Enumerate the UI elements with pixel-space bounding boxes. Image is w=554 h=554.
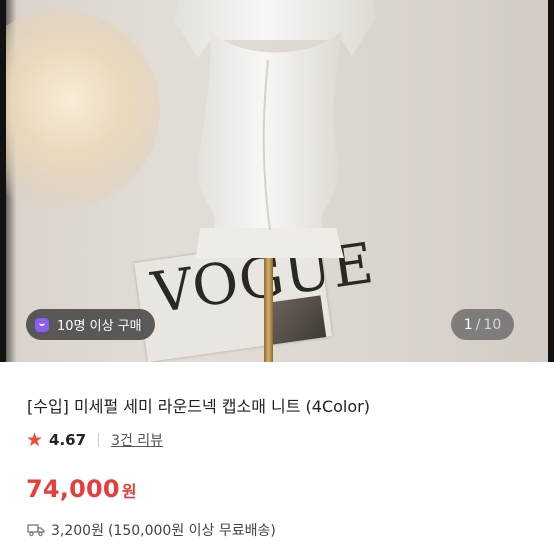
truck-icon <box>27 524 45 537</box>
price: 74,000 원 <box>26 475 137 503</box>
page-separator: / <box>475 316 481 333</box>
product-title: [수입] 미세펄 세미 라운드넥 캡소매 니트 (4Color) <box>27 397 370 416</box>
mannequin-with-knit <box>174 0 376 258</box>
image-edge-right <box>548 0 554 362</box>
price-value: 74,000 <box>26 475 120 503</box>
rating-divider <box>98 433 100 447</box>
shopping-bag-icon <box>35 317 49 332</box>
star-icon: ★ <box>26 428 44 451</box>
current-page: 1 <box>463 316 473 333</box>
rating-value: 4.67 <box>49 431 87 449</box>
buyer-count-badge: 10명 이상 구매 <box>26 309 155 340</box>
buyer-count-label: 10명 이상 구매 <box>57 319 142 334</box>
image-page-counter: 1 / 10 <box>451 309 514 340</box>
product-image-carousel[interactable]: VOGUE 10명 이상 구매 <box>0 0 554 362</box>
free-shipping-condition: (150,000원 이상 무료배송) <box>107 523 276 539</box>
shipping-info: 3,200원 (150,000원 이상 무료배송) <box>27 520 276 540</box>
shipping-fee: 3,200원 <box>51 523 104 539</box>
image-edge-left <box>0 0 6 362</box>
total-pages: 10 <box>483 316 502 333</box>
rating-row: ★ 4.67 3건 리뷰 <box>26 430 163 450</box>
product-detail-screen: VOGUE 10명 이상 구매 <box>0 0 554 554</box>
price-unit: 원 <box>121 482 137 501</box>
review-count-link[interactable]: 3건 리뷰 <box>111 430 163 450</box>
product-info-panel: [수입] 미세펄 세미 라운드넥 캡소매 니트 (4Color) ★ 4.67 … <box>0 362 554 554</box>
